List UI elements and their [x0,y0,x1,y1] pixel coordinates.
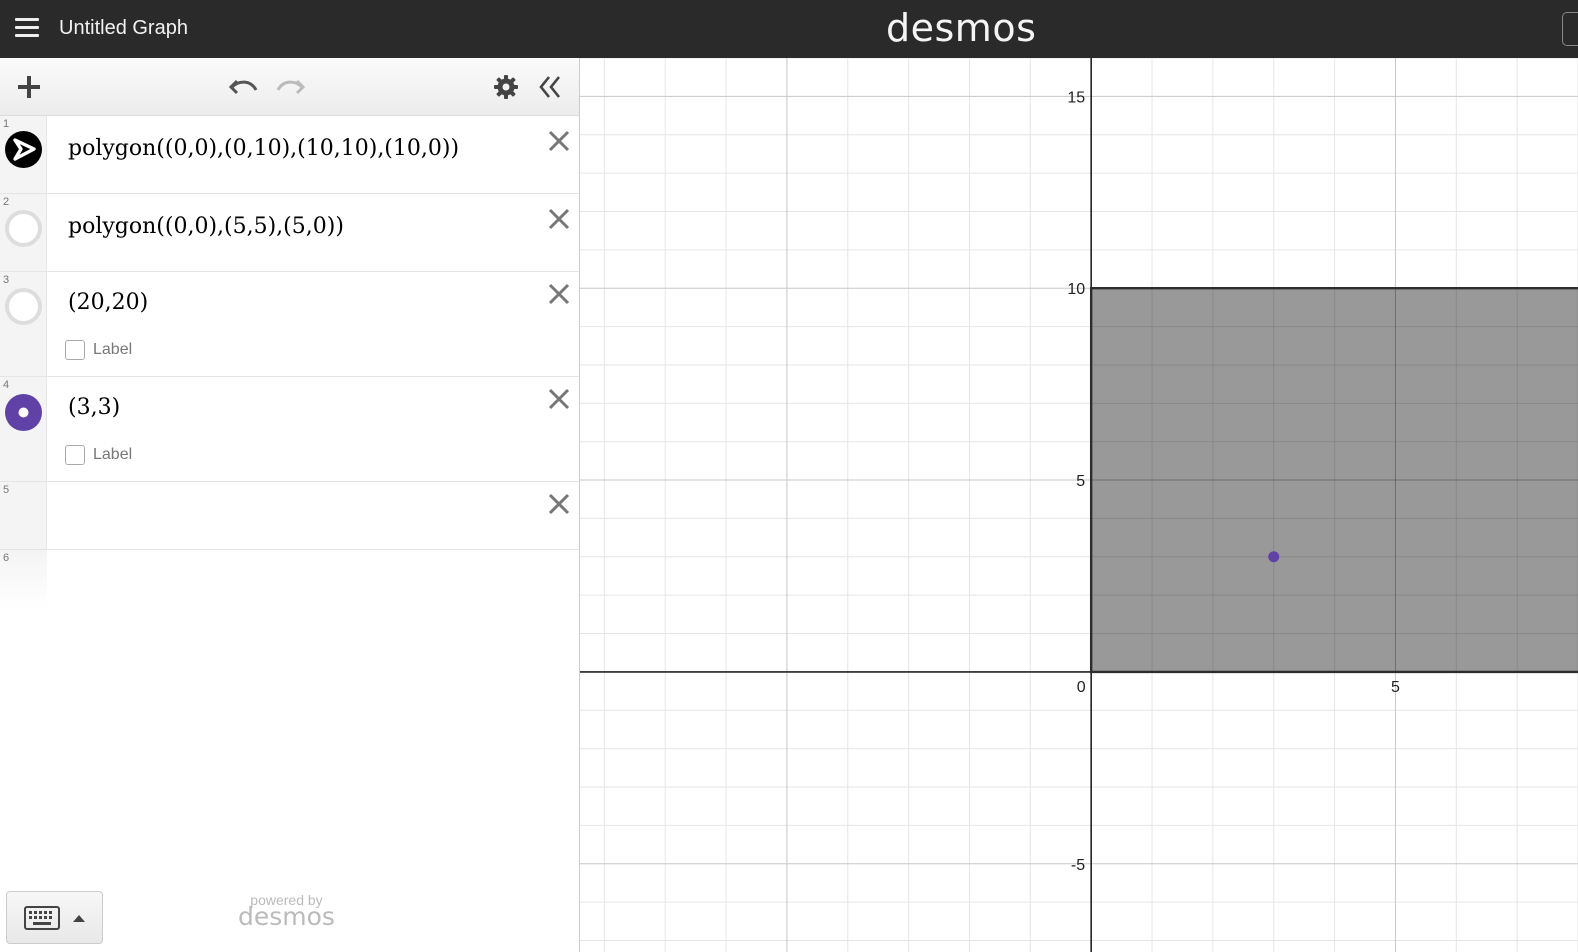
y-tick-label: 15 [1067,89,1085,106]
double-chevron-left-icon [539,76,561,98]
graph-title[interactable]: Untitled Graph [59,17,188,40]
hamburger-menu-icon[interactable] [13,15,41,41]
graph-canvas[interactable]: 0510-551015 [580,58,1578,952]
label-option-text: Label [93,341,133,358]
math-args: ((0,0),(0,10),(10,10),(10,0)) [156,136,460,161]
desmos-logo: desmos [886,6,1037,50]
visibility-toggle[interactable] [5,288,42,325]
math-args: ((0,0),(5,5),(5,0)) [156,214,344,239]
label-option-text: Label [93,446,133,463]
redo-icon [276,79,305,95]
delete-expression-button[interactable] [545,490,573,518]
expression-number: 4 [3,379,10,391]
expression-row[interactable]: 6 [0,550,579,610]
plus-icon [18,76,40,98]
expression-toolbar [0,58,579,116]
close-icon [548,493,570,515]
keyboard-icon [23,905,60,930]
math-input[interactable]: (3,3) [68,395,120,420]
math-args: (3,3) [68,395,121,420]
visibility-toggle[interactable] [5,131,42,168]
expression-panel: 1 polygon((0,0),(0,10),(10,10),(10,0)) 2… [0,58,580,952]
y-tick-label: 10 [1067,281,1085,298]
close-icon [548,283,570,305]
math-input[interactable]: polygon((0,0),(0,10),(10,10),(10,0)) [68,136,459,161]
expression-row[interactable]: 3 (20,20) Label [0,272,579,377]
visibility-toggle[interactable] [5,210,42,247]
function-name: polygon [68,214,157,239]
graph-paper[interactable]: 0510-551015 [580,58,1578,952]
function-name: polygon [68,136,157,161]
undo-button[interactable] [226,70,262,104]
collapse-panel-button[interactable] [532,70,568,104]
expression-number: 2 [3,196,10,208]
x-tick-label: 0 [1077,679,1086,696]
label-option: Label [65,445,132,465]
delete-expression-button[interactable] [545,127,573,155]
expression-number: 5 [3,484,10,496]
expression-number: 6 [3,552,10,564]
expression-number: 1 [3,118,10,130]
powered-by-logo: desmos [238,902,335,931]
expression-number: 3 [3,274,10,286]
header-right-button[interactable] [1562,12,1578,46]
math-input[interactable]: polygon((0,0),(5,5),(5,0)) [68,214,344,239]
label-option: Label [65,340,132,360]
close-icon [548,130,570,152]
powered-by-desmos[interactable]: powered by desmos [238,892,335,931]
delete-expression-button[interactable] [545,205,573,233]
graph-point [1268,551,1280,563]
point-style-icon [18,407,29,418]
label-checkbox[interactable] [65,340,85,360]
caret-up-icon [72,914,85,922]
settings-button[interactable] [488,70,524,104]
expression-row[interactable]: 2 polygon((0,0),(5,5),(5,0)) [0,194,579,272]
play-icon [13,138,36,161]
x-tick-label: 5 [1391,679,1400,696]
redo-button[interactable] [272,70,308,104]
y-tick-label: -5 [1071,857,1085,874]
close-icon [548,208,570,230]
delete-expression-button[interactable] [545,280,573,308]
expression-row[interactable]: 4 (3,3) Label [0,377,579,482]
keyboard-toggle-button[interactable] [6,891,103,944]
y-tick-label: 5 [1076,473,1085,490]
expression-list: 1 polygon((0,0),(0,10),(10,10),(10,0)) 2… [0,116,579,610]
math-args: (20,20) [68,290,149,315]
add-item-button[interactable] [11,70,47,104]
delete-expression-button[interactable] [545,385,573,413]
label-checkbox[interactable] [65,445,85,465]
expression-row[interactable]: 1 polygon((0,0),(0,10),(10,10),(10,0)) [0,116,579,194]
expression-row[interactable]: 5 [0,482,579,550]
desmos-app: Untitled Graph desmos 1 polygon((0,0),(0… [0,0,1578,952]
gear-icon [494,75,518,99]
visibility-toggle[interactable] [5,394,42,431]
top-bar: Untitled Graph desmos [0,0,1578,58]
close-icon [548,388,570,410]
undo-icon [229,79,258,95]
math-input[interactable]: (20,20) [68,290,148,315]
